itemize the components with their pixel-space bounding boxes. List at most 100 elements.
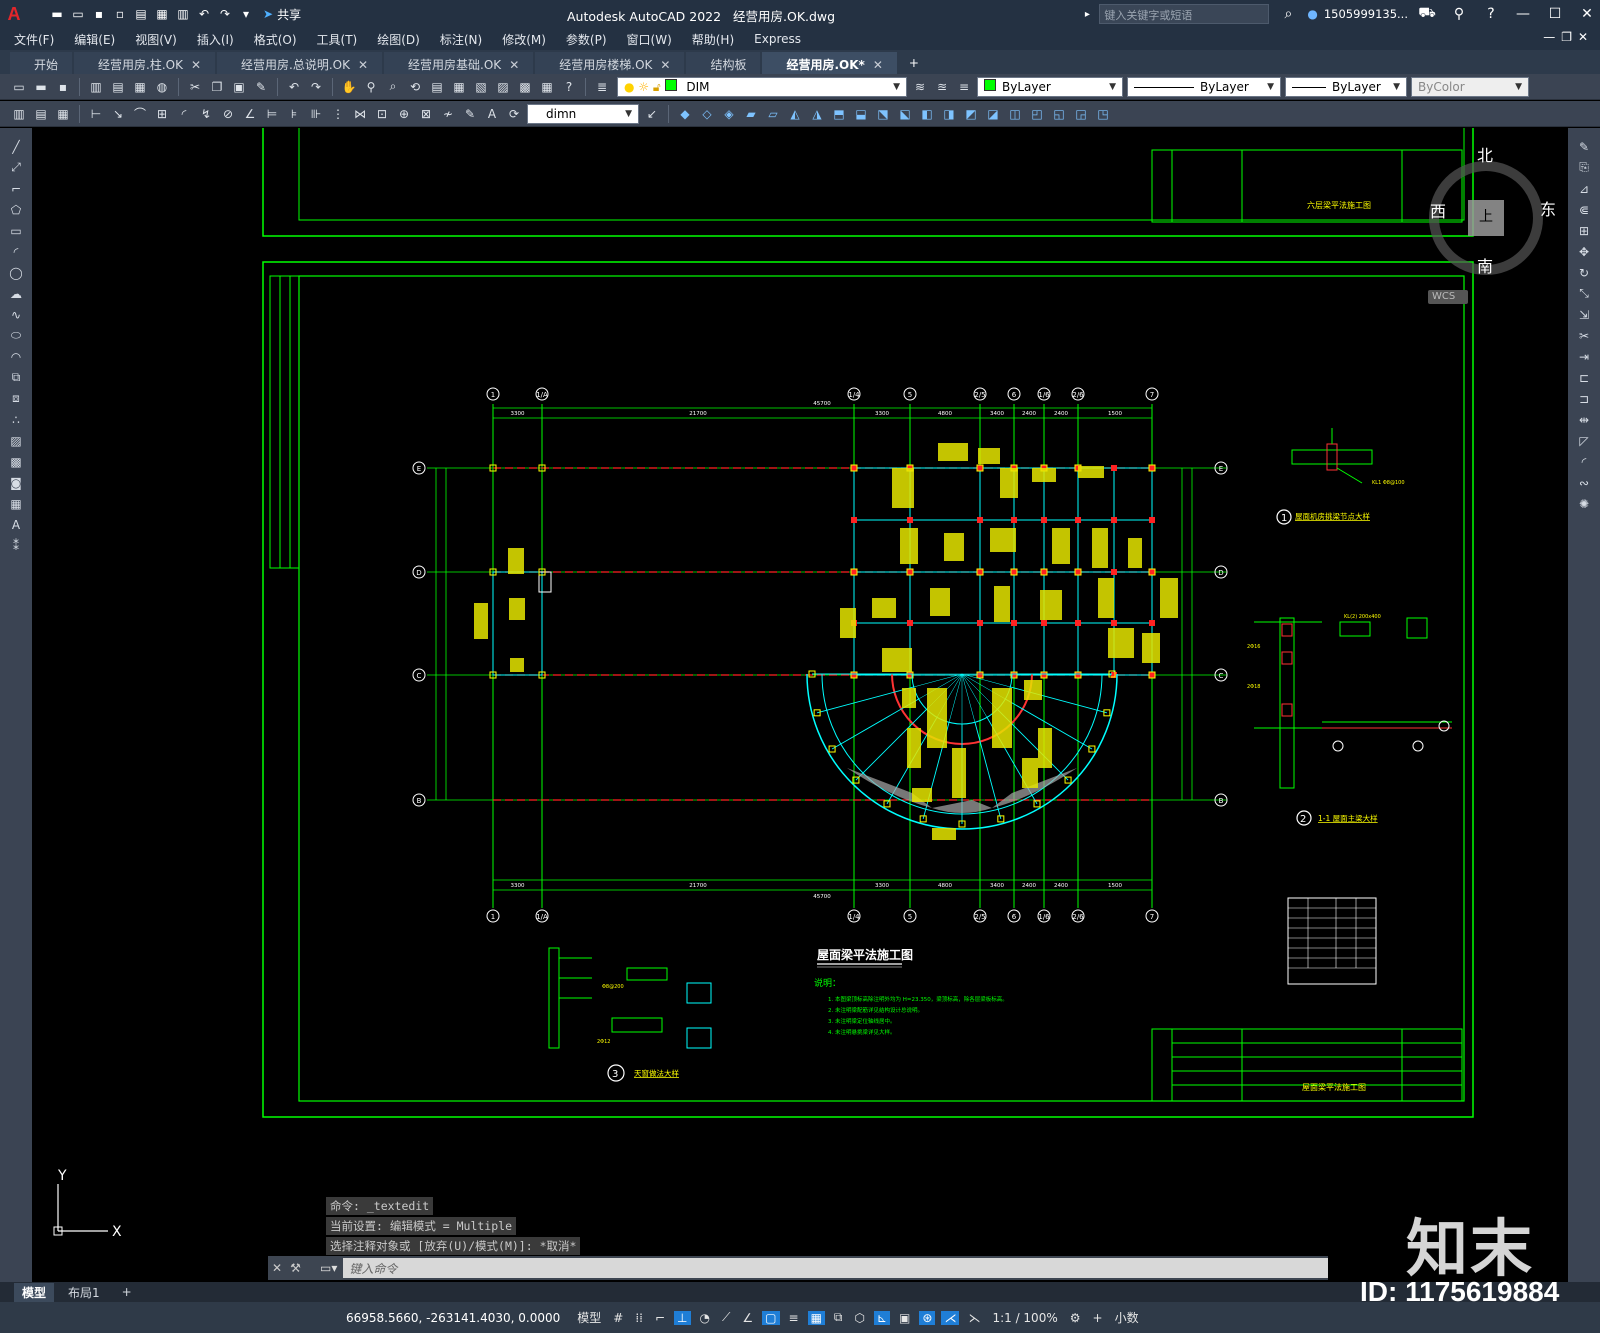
cart-icon[interactable]: ⛟ [1414,5,1440,23]
make-block-icon[interactable]: ⧈ [6,390,26,407]
save-icon[interactable]: ▪ [54,78,72,96]
sheet-set-icon[interactable]: ▨ [494,78,512,96]
toolbar-icon[interactable]: ▥ [10,105,28,123]
annotation-visibility-icon[interactable]: ⋌ [941,1310,960,1325]
gear-icon[interactable]: ⚙ [1067,1311,1084,1325]
new-tab-button[interactable]: + [899,52,929,74]
dim-break-icon[interactable]: ⋈ [351,105,369,123]
match-props-icon[interactable]: ✎ [252,78,270,96]
osnap-icon[interactable]: ▢ [762,1310,780,1325]
region-icon[interactable]: ◙ [6,474,26,491]
close-button[interactable]: ✕ [1574,6,1600,22]
view-icon[interactable]: ◰ [1028,105,1046,123]
baseline-dim-icon[interactable]: ⊧ [285,105,303,123]
selection-cycling-icon[interactable]: ⧉ [831,1310,846,1325]
drawing-canvas[interactable]: 六层梁平法施工图 1 1 1/A 1/A 1/4 1/4 5 5 2/5 2/5 6 6 1/6 1/6 2… [32,128,1568,1298]
arc-length-icon[interactable]: ⌒ [131,105,149,123]
search-icon[interactable]: ⌕ [1275,6,1301,22]
command-input[interactable]: 键入命令 [343,1258,1328,1278]
tab-columns[interactable]: 经营用房.柱.OK ✕ [74,52,216,74]
save-icon[interactable]: ▪ [90,5,108,23]
close-icon[interactable]: ✕ [358,58,368,72]
continue-dim-icon[interactable]: ⊪ [307,105,325,123]
ortho-icon[interactable]: ⊥ [674,1310,691,1325]
view-icon[interactable]: ◳ [1094,105,1112,123]
ellipse-icon[interactable]: ⬭ [6,327,26,344]
copy-icon[interactable]: ⎘ [1574,159,1594,176]
table-icon[interactable]: ▦ [6,495,26,512]
layer-previous-icon[interactable]: ≊ [933,78,951,96]
grid-icon[interactable]: # [610,1311,626,1325]
revcloud-icon[interactable]: ☁ [6,285,26,302]
zoom-previous-icon[interactable]: ⟲ [406,78,424,96]
tab-current-drawing[interactable]: 经营用房.OK* ✕ [762,52,897,74]
view-icon[interactable]: ◲ [1072,105,1090,123]
blend-icon[interactable]: ∾ [1574,474,1594,491]
compass-east[interactable]: 东 [1540,196,1556,220]
undo-icon[interactable]: ↶ [285,78,303,96]
help-icon[interactable]: ? [560,78,578,96]
view-icon[interactable]: ◭ [786,105,804,123]
center-mark-icon[interactable]: ⊕ [395,105,413,123]
layer-manager-icon[interactable]: ≣ [593,78,611,96]
view-icon[interactable]: ◫ [1006,105,1024,123]
publish-icon[interactable]: ▦ [131,78,149,96]
tool-palette-icon[interactable]: ▧ [472,78,490,96]
minimize-button[interactable]: — [1510,6,1536,22]
gradient-icon[interactable]: ▩ [6,453,26,470]
make-current-icon[interactable]: ≋ [911,78,929,96]
point-icon[interactable]: ∴ [6,411,26,428]
inspect-icon[interactable]: ⊠ [417,105,435,123]
design-center-icon[interactable]: ▦ [450,78,468,96]
3d-osnap-icon[interactable]: ⬡ [851,1311,867,1325]
tab-stairs[interactable]: 经营用房楼梯.OK ✕ [535,52,685,74]
hatch-icon[interactable]: ▨ [6,432,26,449]
tab-foundation[interactable]: 经营用房基础.OK ✕ [384,52,534,74]
tab-start[interactable]: 开始 [10,52,73,74]
menu-insert[interactable]: 插入(I) [197,31,234,48]
dim-text-edit-icon[interactable]: A [483,105,501,123]
wrench-icon[interactable]: ⚒ [290,1261,301,1275]
menu-parametric[interactable]: 参数(P) [566,31,607,48]
view-icon[interactable]: ◨ [940,105,958,123]
zoom-window-icon[interactable]: ⌕ [384,78,402,96]
compass-north[interactable]: 北 [1477,142,1493,166]
help-icon[interactable]: ? [1478,6,1504,22]
construction-line-icon[interactable]: ⤢ [6,159,26,176]
trim-icon[interactable]: ✂ [1574,327,1594,344]
menu-format[interactable]: 格式(O) [254,31,297,48]
wcs-label[interactable]: WCS [1432,291,1455,302]
view-icon[interactable]: ◮ [808,105,826,123]
share-button[interactable]: ➤ 共享 [263,6,301,23]
view-icon[interactable]: ⬒ [830,105,848,123]
erase-icon[interactable]: ✎ [1574,138,1594,155]
insert-block-icon[interactable]: ⧉ [6,369,26,386]
view-icon[interactable]: ⬓ [852,105,870,123]
gizmo-icon[interactable]: ⊛ [919,1310,936,1325]
lineweight-dropdown[interactable]: ByLayer ▼ [1285,76,1407,97]
doc-window-controls[interactable]: —❐✕ [1543,30,1594,44]
customize-dropdown-icon[interactable]: ▾ [237,5,255,23]
add-selected-icon[interactable]: ⁑ [6,537,26,554]
quick-dim-icon[interactable]: ⊨ [263,105,281,123]
dim-edit-icon[interactable]: ✎ [461,105,479,123]
polygon-icon[interactable]: ⬠ [6,201,26,218]
model-space-toggle[interactable]: 模型 [574,1309,604,1326]
new-icon[interactable]: ▭ [10,78,28,96]
undo-icon[interactable]: ↶ [195,5,213,23]
view-icon[interactable]: ▰ [742,105,760,123]
units-dropdown[interactable]: 小数 [1112,1309,1142,1326]
globe-icon[interactable]: ◍ [153,78,171,96]
color-dropdown[interactable]: ByLayer ▼ [977,76,1123,97]
cut-icon[interactable]: ✂ [186,78,204,96]
break-point-icon[interactable]: ⊏ [1574,369,1594,386]
close-icon[interactable]: ✕ [191,58,201,72]
rotate-icon[interactable]: ↻ [1574,264,1594,281]
line-icon[interactable]: ╱ [6,138,26,155]
view-icon[interactable]: ⬕ [896,105,914,123]
close-icon[interactable]: ✕ [272,1261,282,1275]
menu-edit[interactable]: 编辑(E) [74,31,115,48]
aligned-dim-icon[interactable]: ↘ [109,105,127,123]
open-file-icon[interactable]: ▭ [69,5,87,23]
linetype-dropdown[interactable]: ByLayer ▼ [1127,76,1281,97]
